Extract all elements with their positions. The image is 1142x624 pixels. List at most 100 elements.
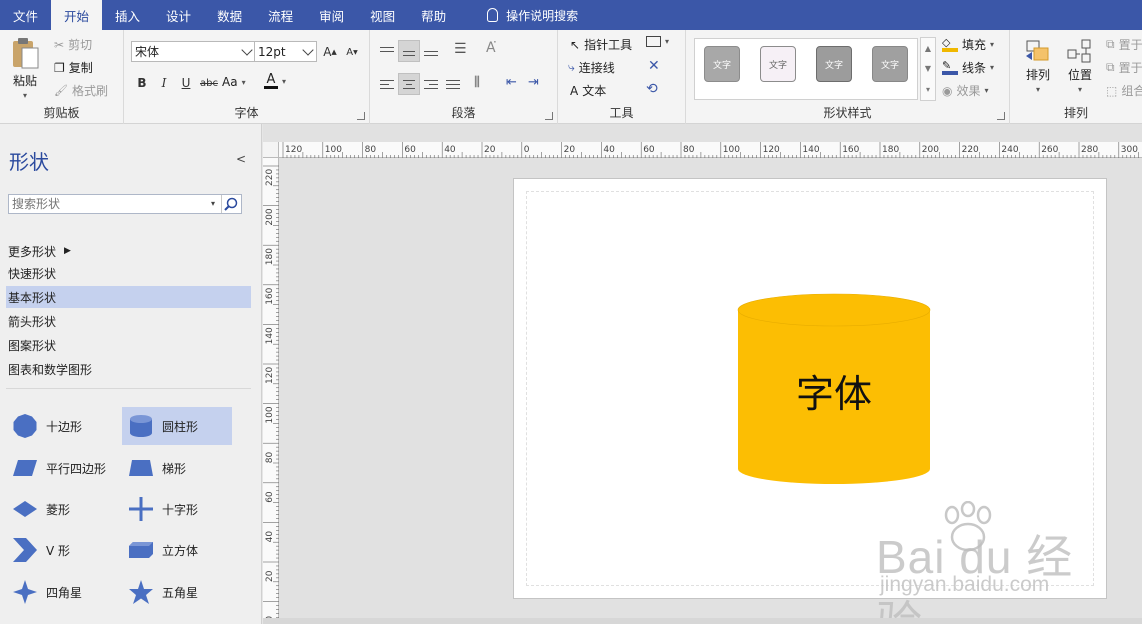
font-size-combo[interactable]: 12pt [254, 41, 317, 62]
style-sample-4[interactable]: 文字 [872, 46, 908, 82]
cut-button[interactable]: ✂ 剪切 [54, 36, 92, 53]
grow-font-icon: A [323, 45, 332, 59]
connection-point-button[interactable]: ⟲ [646, 81, 658, 97]
connector-tool-button[interactable]: ⤷ 连接线 [568, 59, 615, 76]
effects-icon: ◉ [942, 83, 953, 98]
ruler-label: 200 [922, 145, 939, 155]
copy-button[interactable]: ❐ 复制 [54, 59, 93, 76]
connector-icon: ⤷ [568, 60, 575, 74]
tab-help[interactable]: 帮助 [408, 0, 459, 30]
paste-button[interactable]: 粘贴 ▾ [10, 36, 40, 100]
shape-decagon[interactable]: 十边形 [6, 407, 116, 445]
stencil-label: 更多形状 [8, 244, 57, 259]
tab-design[interactable]: 设计 [153, 0, 204, 30]
group-button[interactable]: ⬚ 组合 [1106, 82, 1142, 99]
position-button[interactable]: 位置 ▾ [1066, 38, 1094, 94]
increase-indent-button[interactable]: ⇥ [528, 75, 539, 90]
collapse-pane-button[interactable]: < [236, 152, 246, 166]
text-tool-button[interactable]: A 文本 [570, 82, 606, 99]
line-button[interactable]: ✎ 线条 ▾ [942, 59, 994, 76]
decrease-indent-button[interactable]: ⇤ [506, 75, 517, 90]
shape-trapezoid[interactable]: 梯形 [122, 449, 232, 487]
drawing-page[interactable]: 字体 Bai du 经验 jingyan.baidu.com [513, 178, 1107, 624]
shape-cylinder[interactable]: 圆柱形 [122, 407, 232, 445]
stencil-basic-shapes[interactable]: 基本形状 [6, 286, 251, 308]
pointer-tool-button[interactable]: ↖ 指针工具 [570, 36, 632, 53]
tab-review[interactable]: 审阅 [306, 0, 357, 30]
shape-four-point-star[interactable]: 四角星 [6, 573, 116, 611]
effects-button[interactable]: ◉ 效果 ▾ [942, 82, 989, 99]
align-top-button[interactable] [376, 40, 398, 62]
font-name-combo[interactable]: 宋体 [131, 41, 256, 62]
rectangle-tool-button[interactable]: ▾ [646, 36, 669, 47]
horizontal-scrollbar[interactable] [263, 618, 1142, 624]
send-to-back-button[interactable]: ⧉ 置于 [1106, 59, 1142, 76]
stencil-arrow-shapes[interactable]: 箭头形状 [6, 310, 251, 332]
group-label: 组合 [1121, 84, 1142, 98]
cylinder-icon [130, 415, 152, 437]
align-middle-button[interactable] [398, 40, 420, 62]
shape-cube[interactable]: 立方体 [122, 531, 232, 569]
chevron-up-icon: ▲ [924, 43, 932, 53]
ruler-label: 180 [882, 145, 899, 155]
shape-diamond[interactable]: 菱形 [6, 490, 116, 528]
italic-button[interactable]: I [154, 73, 174, 93]
tools-group-label: 工具 [609, 106, 634, 120]
cylinder-text[interactable]: 字体 [738, 363, 930, 418]
align-right-button[interactable] [420, 73, 442, 95]
ruler-label: 180 [265, 248, 275, 265]
tab-file[interactable]: 文件 [0, 0, 51, 30]
align-bottom-button[interactable] [420, 40, 442, 62]
search-button[interactable] [221, 195, 241, 213]
fill-button[interactable]: ◇ 填充 ▾ [942, 36, 994, 53]
font-color-button[interactable]: A ▾ [264, 73, 286, 89]
bullets-button[interactable]: ☰ [454, 41, 467, 57]
gallery-scroll[interactable]: ▲ ▼ ▾ [920, 37, 936, 101]
gallery-more-icon: ▾ [925, 85, 930, 95]
align-center-button[interactable] [398, 73, 420, 95]
shape-styles-dialog-launcher[interactable] [997, 112, 1005, 120]
stencil-chart-math-shapes[interactable]: 图表和数学图形 [6, 358, 251, 380]
shape-chevron[interactable]: V 形 [6, 531, 116, 569]
shape-parallelogram[interactable]: 平行四边形 [6, 449, 116, 487]
stencil-pattern-shapes[interactable]: 图案形状 [6, 334, 251, 356]
style-sample-2[interactable]: 文字 [760, 46, 796, 82]
text-direction-button[interactable]: A͘ [486, 40, 496, 56]
format-painter-button[interactable]: 🖌 格式刷 [54, 82, 108, 99]
close-tool-button[interactable]: ✕ [648, 58, 660, 74]
ruler-label: 60 [404, 145, 416, 155]
group-clipboard: 粘贴 ▾ ✂ 剪切 ❐ 复制 🖌 格式刷 剪贴板 [0, 30, 124, 124]
style-sample-1[interactable]: 文字 [704, 46, 740, 82]
tab-view[interactable]: 视图 [357, 0, 408, 30]
bring-to-front-button[interactable]: ⧉ 置于 [1106, 36, 1142, 53]
tab-data[interactable]: 数据 [204, 0, 255, 30]
shape-five-point-star[interactable]: 五角星 [122, 573, 232, 611]
shrink-font-button[interactable]: A ▼ [342, 42, 362, 62]
tab-process[interactable]: 流程 [255, 0, 306, 30]
column-button[interactable]: ⫼ [474, 75, 480, 90]
paragraph-dialog-launcher[interactable] [545, 112, 553, 120]
pointer-tool-label: 指针工具 [584, 38, 633, 52]
chevron-down-icon[interactable]: ▾ [211, 199, 215, 208]
change-case-button[interactable]: Aa ▾ [222, 75, 246, 89]
bold-button[interactable]: B [132, 73, 152, 93]
search-input[interactable] [9, 195, 205, 213]
align-left-button[interactable] [376, 73, 398, 95]
tab-home[interactable]: 开始 [51, 0, 103, 30]
drawing-canvas[interactable]: 120 100 80 60 40 20 0 20 40 60 80 100 120 140 160 180 20… [263, 124, 1142, 624]
style-sample-3[interactable]: 文字 [816, 46, 852, 82]
stencil-more-shapes[interactable]: 更多形状 ▶ [6, 240, 251, 262]
tab-insert[interactable]: 插入 [102, 0, 153, 30]
ruler-label: 40 [265, 531, 275, 543]
stencil-quick-shapes[interactable]: 快速形状 [6, 262, 251, 284]
strikethrough-button[interactable]: abc [198, 73, 220, 93]
justify-button[interactable] [442, 73, 464, 95]
tell-me-search[interactable]: 操作说明搜索 [459, 0, 578, 30]
font-dialog-launcher[interactable] [357, 112, 365, 120]
underline-button[interactable]: U [176, 73, 196, 93]
grow-font-button[interactable]: A ▲ [320, 42, 340, 62]
send-back-icon: ⧉ [1106, 60, 1115, 74]
shape-cross[interactable]: 十字形 [122, 490, 232, 528]
arrange-button[interactable]: 排列 ▾ [1024, 38, 1052, 94]
group-arrange: 排列 ▾ 位置 ▾ ⧉ 置于 ⧉ 置于 ⬚ 组合 排列 [1010, 30, 1142, 124]
